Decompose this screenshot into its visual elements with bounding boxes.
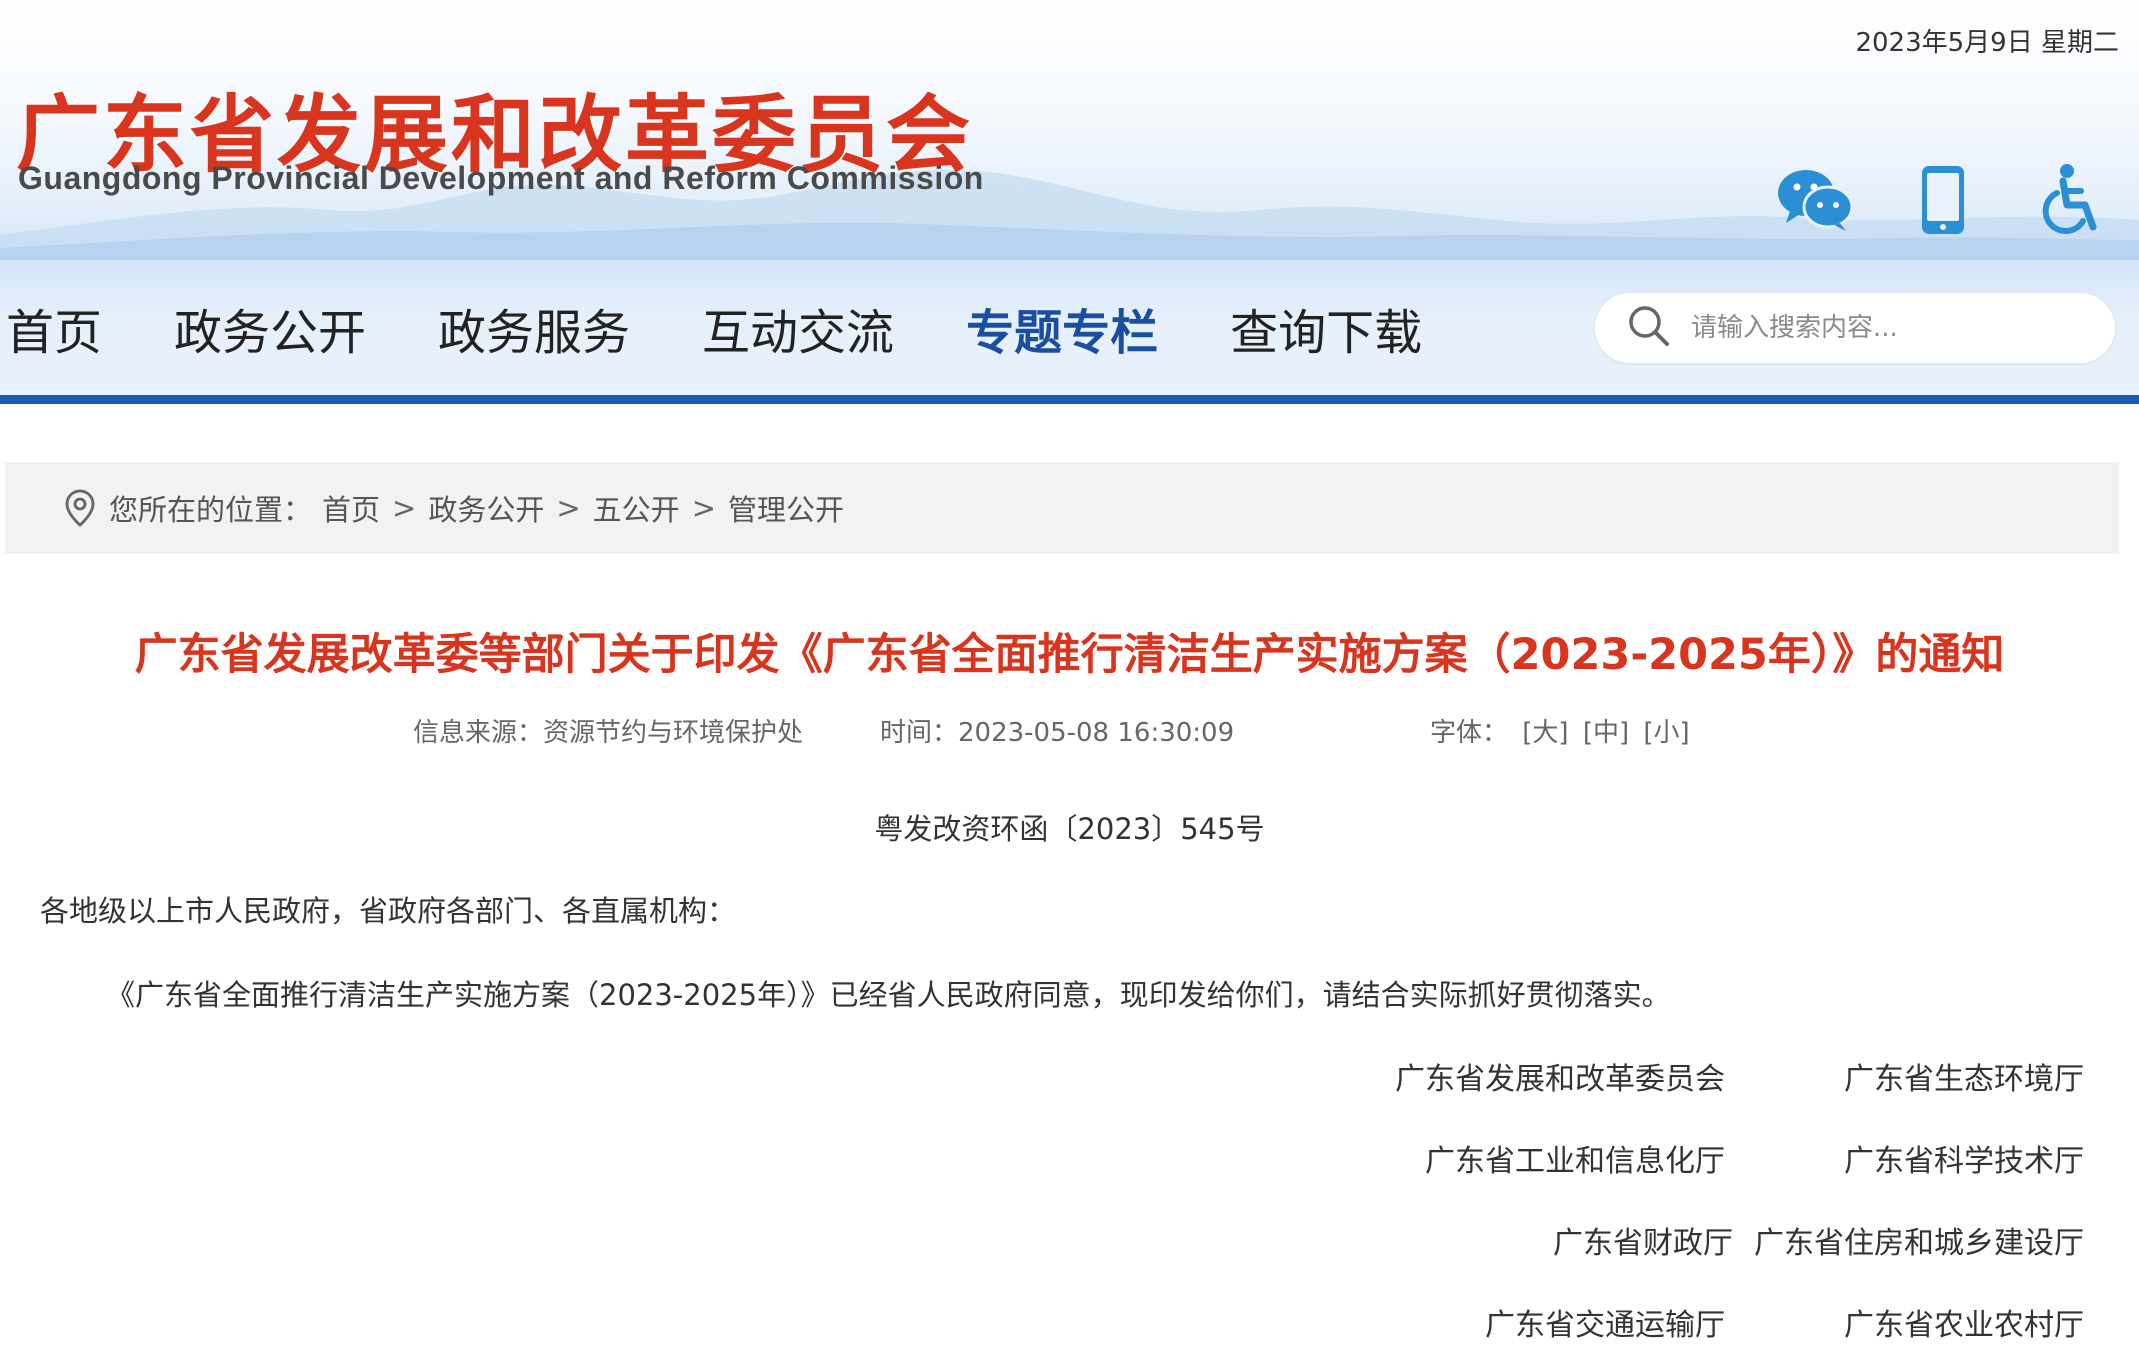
breadcrumb-item-gov-affairs[interactable]: 政务公开: [428, 487, 544, 529]
font-size-control: 字体： [大] [中] [小]: [1430, 712, 1690, 749]
site-header: 2023年5月9日 星期二 广东省发展和改革委员会 Guangdong Prov…: [0, 0, 2139, 260]
signatory: 广东省科学技术厅: [1844, 1144, 2084, 1179]
breadcrumb-label: 您所在的位置：: [109, 493, 313, 527]
current-date: 2023年5月9日 星期二: [1855, 28, 2119, 58]
breadcrumb-separator: >: [392, 491, 417, 525]
signatory: 广东省交通运输厅: [1485, 1308, 1725, 1343]
article-salutation: 各地级以上市人民政府，省政府各部门、各直属机构：: [40, 894, 737, 928]
signatory: 广东省农业农村厅: [1844, 1308, 2084, 1343]
signatory: 广东省发展和改革委员会: [1395, 1062, 1725, 1097]
breadcrumb-item-home[interactable]: 首页: [322, 487, 380, 529]
mobile-icon[interactable]: [1903, 160, 1983, 240]
article-title: 广东省发展改革委等部门关于印发《广东省全面推行清洁生产实施方案（2023-202…: [134, 630, 2005, 680]
nav-item-gov-affairs[interactable]: 政务公开: [174, 293, 366, 363]
wechat-icon[interactable]: [1775, 160, 1855, 240]
nav-item-home[interactable]: 首页: [6, 293, 102, 363]
search-input[interactable]: [1689, 312, 2073, 344]
article-meta: 信息来源：资源节约与环境保护处 时间：2023-05-08 16:30:09 字…: [0, 712, 2139, 752]
nav-item-query-download[interactable]: 查询下载: [1230, 293, 1422, 363]
article-time: 时间：2023-05-08 16:30:09: [880, 718, 1235, 748]
font-size-large-button[interactable]: [大]: [1522, 718, 1568, 748]
font-size-medium-button[interactable]: [中]: [1583, 718, 1629, 748]
breadcrumb-separator: >: [556, 491, 581, 525]
font-size-small-button[interactable]: [小]: [1643, 718, 1689, 748]
location-pin-icon: [65, 489, 95, 527]
nav-item-gov-services[interactable]: 政务服务: [438, 293, 630, 363]
article-source: 信息来源：资源节约与环境保护处: [413, 718, 804, 748]
article-body-paragraph: 《广东省全面推行清洁生产实施方案（2023-2025年）》已经省人民政府同意，现…: [106, 978, 1671, 1012]
font-size-label: 字体：: [1430, 718, 1509, 748]
breadcrumb-item-five-openness[interactable]: 五公开: [593, 487, 680, 529]
search-icon[interactable]: [1627, 304, 1671, 352]
signatory: 广东省工业和信息化厅: [1425, 1144, 1725, 1179]
nav-item-special-topics[interactable]: 专题专栏: [966, 293, 1158, 363]
search-box: [1595, 293, 2115, 363]
document-number: 粤发改资环函〔2023〕545号: [874, 812, 1265, 846]
breadcrumb-separator: >: [691, 491, 716, 525]
nav-item-interaction[interactable]: 互动交流: [702, 293, 894, 363]
breadcrumb-item-management-openness[interactable]: 管理公开: [728, 487, 844, 529]
signatory: 广东省财政厅: [1553, 1226, 1733, 1261]
site-logo-subtitle: Guangdong Provincial Development and Ref…: [18, 160, 984, 196]
signatory: 广东省住房和城乡建设厅: [1754, 1226, 2084, 1261]
breadcrumb: 您所在的位置： 首页 > 政务公开 > 五公开 > 管理公开: [5, 462, 2119, 554]
main-navigation: 首页 政务公开 政务服务 互动交流 专题专栏 查询下载: [0, 260, 2139, 404]
signatory: 广东省生态环境厅: [1844, 1062, 2084, 1097]
accessibility-icon[interactable]: [2031, 160, 2111, 240]
